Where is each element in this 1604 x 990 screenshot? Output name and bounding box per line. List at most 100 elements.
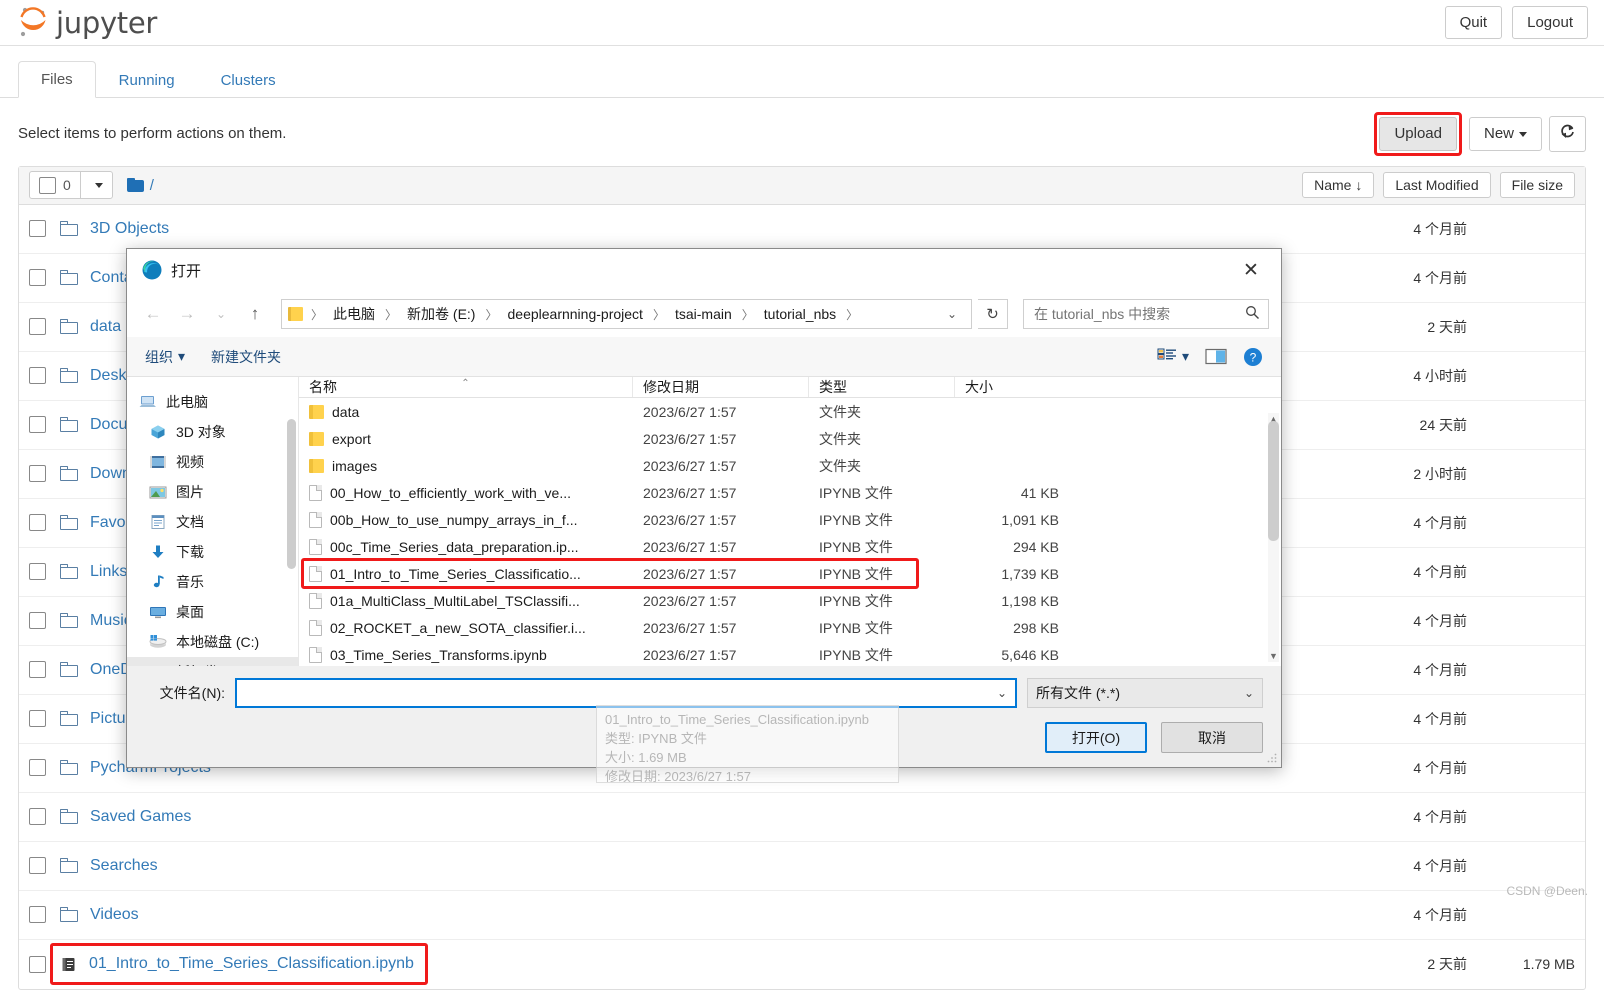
up-icon[interactable]: ↑ [241, 300, 269, 328]
recent-locations-icon[interactable]: ⌄ [207, 300, 235, 328]
column-header-name[interactable]: ⌃ 名称 [299, 377, 633, 397]
jupyter-logo[interactable]: jupyter [16, 6, 157, 40]
row-name-link[interactable]: data [90, 318, 121, 336]
row-name-link[interactable]: Searches [90, 857, 158, 875]
list-item-selected[interactable]: 01_Intro_to_Time_Series_Classificatio...… [299, 558, 1281, 589]
search-input[interactable] [1032, 305, 1245, 323]
row-checkbox[interactable] [29, 269, 46, 286]
quit-button[interactable]: Quit [1444, 5, 1503, 40]
row-checkbox[interactable] [29, 416, 46, 433]
sidebar-item-desktop[interactable]: 桌面 [127, 597, 298, 627]
row-name-link[interactable]: Links [90, 563, 127, 581]
help-button[interactable]: ? [1243, 347, 1263, 367]
breadcrumb-item-1[interactable]: 新加卷 (E:) [403, 302, 479, 326]
row-checkbox[interactable] [29, 318, 46, 335]
column-header-type[interactable]: 类型 [809, 377, 955, 397]
scroll-down-icon[interactable]: ▼ [1268, 650, 1279, 662]
sidebar-scrollbar[interactable] [287, 419, 296, 569]
row-checkbox[interactable] [29, 808, 46, 825]
row-checkbox[interactable] [29, 857, 46, 874]
sort-by-name-button[interactable]: Name ↓ [1302, 172, 1375, 198]
list-item[interactable]: 00_How_to_efficiently_work_with_ve... 20… [299, 479, 1281, 506]
sidebar-item-pictures[interactable]: 图片 [127, 477, 298, 507]
refresh-icon[interactable]: ↻ [978, 299, 1008, 329]
breadcrumb-item-4[interactable]: tutorial_nbs [760, 304, 840, 324]
tab-clusters[interactable]: Clusters [198, 62, 299, 98]
table-row[interactable]: Videos 4 个月前 [19, 891, 1585, 940]
list-item[interactable]: 01a_MultiClass_MultiLabel_TSClassifi... … [299, 587, 1281, 614]
tab-running[interactable]: Running [96, 62, 198, 98]
new-folder-button[interactable]: 新建文件夹 [211, 347, 281, 367]
upload-button[interactable]: Upload [1379, 117, 1457, 151]
filename-input[interactable] [245, 684, 991, 702]
column-header-size[interactable]: 大小 [955, 377, 1075, 397]
table-row-notebook[interactable]: 01_Intro_to_Time_Series_Classification.i… [19, 940, 1585, 989]
resize-grip-icon[interactable] [1266, 752, 1278, 764]
row-checkbox[interactable] [29, 220, 46, 237]
list-item[interactable]: images 2023/6/27 1:57 文件夹 [299, 452, 1281, 479]
file-list-scroll-thumb[interactable] [1268, 421, 1279, 541]
breadcrumb-root[interactable]: / [150, 177, 154, 194]
row-checkbox[interactable] [29, 955, 46, 973]
list-item[interactable]: 00c_Time_Series_data_preparation.ip... 2… [299, 533, 1281, 560]
row-checkbox[interactable] [29, 465, 46, 482]
row-checkbox[interactable] [29, 710, 46, 727]
breadcrumb-item-2[interactable]: deeplearnning-project [504, 304, 647, 324]
sidebar-item-this-pc[interactable]: 此电脑 [127, 387, 298, 417]
row-name-link[interactable]: 01_Intro_to_Time_Series_Classification.i… [89, 955, 414, 973]
list-item[interactable]: 02_ROCKET_a_new_SOTA_classifier.i... 202… [299, 614, 1281, 641]
select-menu-toggle[interactable] [79, 172, 112, 198]
sidebar-item-videos[interactable]: 视频 [127, 447, 298, 477]
sidebar-item-local-disk-c[interactable]: 本地磁盘 (C:) [127, 627, 298, 657]
column-header-date[interactable]: 修改日期 [633, 377, 809, 397]
open-button[interactable]: 打开(O) [1045, 722, 1147, 753]
forward-icon[interactable]: → [173, 300, 201, 328]
row-checkbox[interactable] [29, 906, 46, 923]
select-all-checkbox[interactable] [39, 176, 56, 194]
row-name-link[interactable]: Saved Games [90, 808, 191, 826]
sidebar-item-drive-e[interactable]: 新加卷 (E:) [127, 657, 298, 666]
organize-menu-button[interactable]: 组织 ▾ [145, 347, 185, 367]
select-all-group[interactable]: 0 [29, 171, 113, 199]
row-checkbox[interactable] [29, 563, 46, 580]
row-name-link[interactable]: Videos [90, 906, 139, 924]
row-checkbox[interactable] [29, 612, 46, 629]
table-row[interactable]: Saved Games 4 个月前 [19, 793, 1585, 842]
sort-by-modified-button[interactable]: Last Modified [1383, 172, 1491, 198]
chevron-down-icon[interactable]: ⌄ [939, 307, 965, 321]
sidebar-item-documents[interactable]: 文档 [127, 507, 298, 537]
preview-pane-button[interactable] [1205, 348, 1227, 365]
row-checkbox[interactable] [29, 759, 46, 776]
row-checkbox[interactable] [29, 661, 46, 678]
sort-by-size-button[interactable]: File size [1499, 172, 1575, 198]
new-dropdown-button[interactable]: New [1468, 117, 1542, 151]
cancel-button[interactable]: 取消 [1161, 722, 1263, 753]
table-row[interactable]: Searches 4 个月前 [19, 842, 1585, 891]
row-name-link[interactable]: 3D Objects [90, 220, 169, 238]
close-icon[interactable]: ✕ [1229, 249, 1273, 291]
search-icon[interactable] [1245, 305, 1260, 323]
search-box[interactable] [1023, 299, 1269, 329]
sidebar-item-downloads[interactable]: 下载 [127, 537, 298, 567]
address-bar[interactable]: 〉 此电脑 〉 新加卷 (E:) 〉 deeplearnning-project… [281, 299, 972, 329]
sidebar-item-music[interactable]: 音乐 [127, 567, 298, 597]
table-row[interactable]: 3D Objects 4 个月前 [19, 205, 1585, 254]
sidebar-item-3d-objects[interactable]: 3D 对象 [127, 417, 298, 447]
select-all-checkbox-button[interactable]: 0 [30, 172, 80, 198]
list-item[interactable]: export 2023/6/27 1:57 文件夹 [299, 425, 1281, 452]
list-item[interactable]: 00b_How_to_use_numpy_arrays_in_f... 2023… [299, 506, 1281, 533]
filetype-select[interactable]: 所有文件 (*.*) ⌄ [1027, 678, 1263, 708]
logout-button[interactable]: Logout [1512, 5, 1588, 40]
view-options-button[interactable]: ▾ [1157, 348, 1189, 365]
back-icon[interactable]: ← [139, 300, 167, 328]
breadcrumb-item-0[interactable]: 此电脑 [329, 302, 379, 326]
filename-field-wrapper[interactable]: ⌄ [235, 678, 1017, 708]
tab-files[interactable]: Files [18, 61, 96, 98]
breadcrumb-item-3[interactable]: tsai-main [671, 304, 736, 324]
list-item[interactable]: 03_Time_Series_Transforms.ipynb 2023/6/2… [299, 641, 1281, 668]
refresh-button[interactable] [1549, 115, 1586, 152]
chevron-down-icon[interactable]: ⌄ [991, 686, 1007, 700]
list-item[interactable]: data 2023/6/27 1:57 文件夹 [299, 398, 1281, 425]
row-checkbox[interactable] [29, 514, 46, 531]
row-checkbox[interactable] [29, 367, 46, 384]
